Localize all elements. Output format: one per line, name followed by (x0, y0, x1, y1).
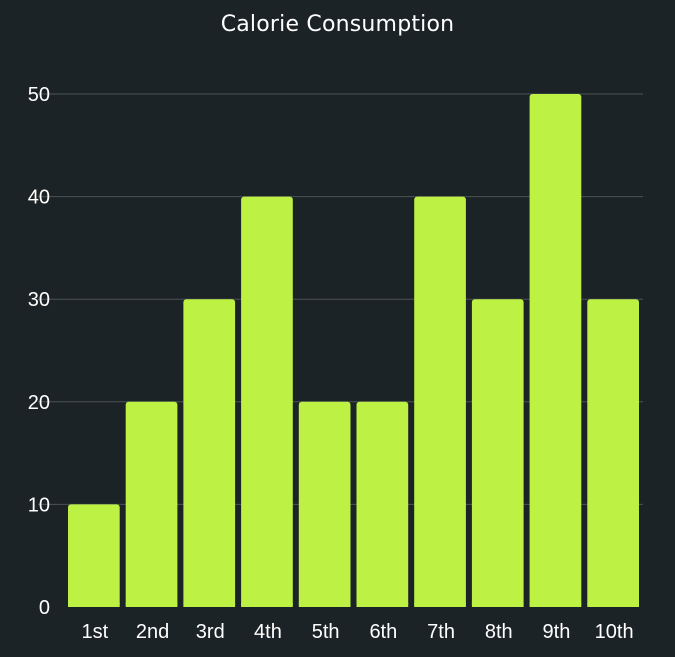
bar-base-5th (298, 603, 351, 607)
bar-5th[interactable] (298, 401, 351, 607)
x-tick-label: 1st (82, 621, 109, 643)
y-axis-ticks: 0 10 20 30 40 50 (28, 84, 50, 619)
x-tick-label: 10th (595, 621, 634, 643)
x-tick-label: 7th (427, 621, 455, 643)
y-tick-label: 20 (28, 392, 50, 414)
x-tick-label: 4th (254, 621, 282, 643)
bar-6th[interactable] (356, 401, 409, 607)
x-axis-ticks: 1st 2nd 3rd 4th 5th 6th 7th 8th 9th 10th (82, 621, 634, 643)
bar-base-2nd (125, 603, 178, 607)
bar-4th[interactable] (241, 196, 293, 607)
x-tick-label: 6th (369, 621, 397, 643)
y-tick-label: 40 (28, 187, 50, 209)
bar-chart: 01020304050 1st 2nd 3rd 4th 5th 6th 7th 8th 9th 1… (28, 84, 643, 643)
bar-1st[interactable] (68, 504, 120, 607)
x-tick-label: 5th (312, 621, 340, 643)
x-tick-label: 2nd (136, 621, 169, 643)
x-tick-label: 9th (543, 621, 571, 643)
bar-3rd[interactable] (183, 299, 236, 607)
y-tick-label: 0 (39, 597, 50, 619)
bar-base-4th (241, 603, 293, 607)
chart-container: Calorie Consumption 0 10 20 30 40 50 1st 2nd 3r… (0, 0, 675, 657)
bar-base-9th (529, 603, 582, 607)
bar-2nd[interactable] (125, 401, 178, 607)
y-tick-label: 10 (28, 494, 50, 516)
bar-base-3rd (183, 603, 236, 607)
bar-base-7th (414, 603, 466, 607)
x-tick-label: 8th (485, 621, 513, 643)
bars (68, 94, 639, 607)
bar-base-10th (587, 603, 639, 607)
y-tick-label: 30 (28, 289, 50, 311)
bar-8th[interactable] (471, 299, 524, 607)
bar-10th[interactable] (587, 299, 639, 607)
bar-9th[interactable] (529, 94, 582, 607)
y-tick-label: 50 (28, 84, 50, 106)
bar-base-6th (356, 603, 409, 607)
bar-base-1st (68, 603, 120, 607)
bar-base-8th (471, 603, 524, 607)
x-tick-label: 3rd (196, 621, 225, 643)
bar-7th[interactable] (414, 196, 466, 607)
